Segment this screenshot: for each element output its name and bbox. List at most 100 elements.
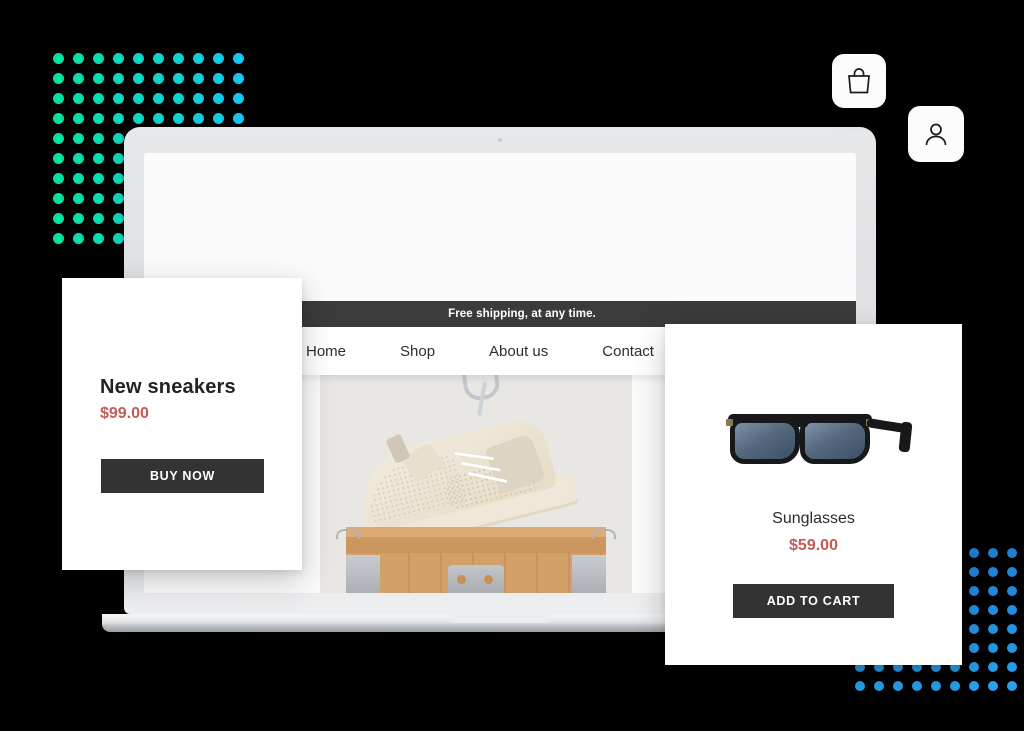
dot [969, 567, 979, 577]
dot [233, 93, 244, 104]
sunglasses-lens-right [799, 418, 870, 464]
laptop-base-notch [448, 614, 552, 623]
dot [855, 681, 865, 691]
dot [193, 113, 204, 124]
dot [153, 113, 164, 124]
dot [213, 53, 224, 64]
sunglasses-bridge [793, 420, 808, 427]
product-title: New sneakers [100, 376, 236, 398]
dot [133, 93, 144, 104]
dot [73, 233, 84, 244]
user-account-button[interactable] [908, 106, 964, 162]
dot [1007, 662, 1017, 672]
dot [53, 113, 64, 124]
dot [113, 213, 124, 224]
dot [73, 153, 84, 164]
dot [153, 73, 164, 84]
dot [73, 93, 84, 104]
sunglasses-illustration [724, 400, 913, 490]
product-card-sneakers: New sneakers $99.00 BUY NOW [62, 278, 302, 570]
dot [988, 605, 998, 615]
dot [893, 681, 903, 691]
dot [113, 133, 124, 144]
dot [93, 173, 104, 184]
dot [133, 73, 144, 84]
dot [93, 93, 104, 104]
dot [113, 153, 124, 164]
dot [988, 681, 998, 691]
dot [912, 681, 922, 691]
dot [969, 681, 979, 691]
dot [988, 567, 998, 577]
dot [93, 113, 104, 124]
dot [133, 113, 144, 124]
crate-bolt [484, 575, 493, 584]
dot [73, 113, 84, 124]
product-title: Sunglasses [772, 510, 855, 527]
dot [1007, 548, 1017, 558]
banner-text: Free shipping, at any time. [448, 308, 596, 320]
dot [969, 586, 979, 596]
user-icon [922, 120, 950, 148]
dot [113, 73, 124, 84]
dot [53, 93, 64, 104]
dot [73, 53, 84, 64]
dot [1007, 681, 1017, 691]
dot [173, 73, 184, 84]
crate-bolt [457, 575, 466, 584]
dot [153, 53, 164, 64]
dot [93, 153, 104, 164]
dot [153, 93, 164, 104]
dot [93, 213, 104, 224]
add-to-cart-button[interactable]: ADD TO CART [733, 584, 894, 618]
dot [988, 662, 998, 672]
canvas: Free shipping, at any time. Home Shop Ab… [0, 0, 1024, 731]
crate-lip [346, 527, 606, 537]
shopping-bag-icon [846, 67, 872, 95]
dot [193, 53, 204, 64]
dot [988, 586, 998, 596]
dot [73, 173, 84, 184]
dot [93, 233, 104, 244]
dot [1007, 586, 1017, 596]
crate-bracket-left [346, 555, 380, 593]
dot [53, 153, 64, 164]
dot [53, 73, 64, 84]
wooden-crate [336, 527, 616, 593]
dot [93, 133, 104, 144]
dot [950, 681, 960, 691]
dot [73, 193, 84, 204]
product-price: $99.00 [100, 405, 149, 422]
dot [53, 133, 64, 144]
dot [93, 73, 104, 84]
dot [1007, 567, 1017, 577]
dot [1007, 605, 1017, 615]
nav-item-about-us[interactable]: About us [462, 343, 575, 360]
dot [53, 213, 64, 224]
dot [213, 113, 224, 124]
dot [173, 93, 184, 104]
dot [53, 193, 64, 204]
nav-item-shop[interactable]: Shop [373, 343, 462, 360]
dot [969, 624, 979, 634]
dot [113, 53, 124, 64]
shopping-bag-button[interactable] [832, 54, 886, 108]
dot [931, 681, 941, 691]
dot [1007, 643, 1017, 653]
dot [193, 93, 204, 104]
dot [53, 233, 64, 244]
dot [113, 173, 124, 184]
dot [93, 193, 104, 204]
dot [233, 113, 244, 124]
dot [969, 605, 979, 615]
dot [233, 53, 244, 64]
dot [73, 73, 84, 84]
dot [874, 681, 884, 691]
buy-now-button[interactable]: BUY NOW [101, 459, 264, 493]
dot [969, 643, 979, 653]
dot [53, 53, 64, 64]
sunglasses-hinge-left [725, 419, 733, 426]
dot [73, 133, 84, 144]
crate-bracket-right [572, 555, 606, 593]
dot [193, 73, 204, 84]
